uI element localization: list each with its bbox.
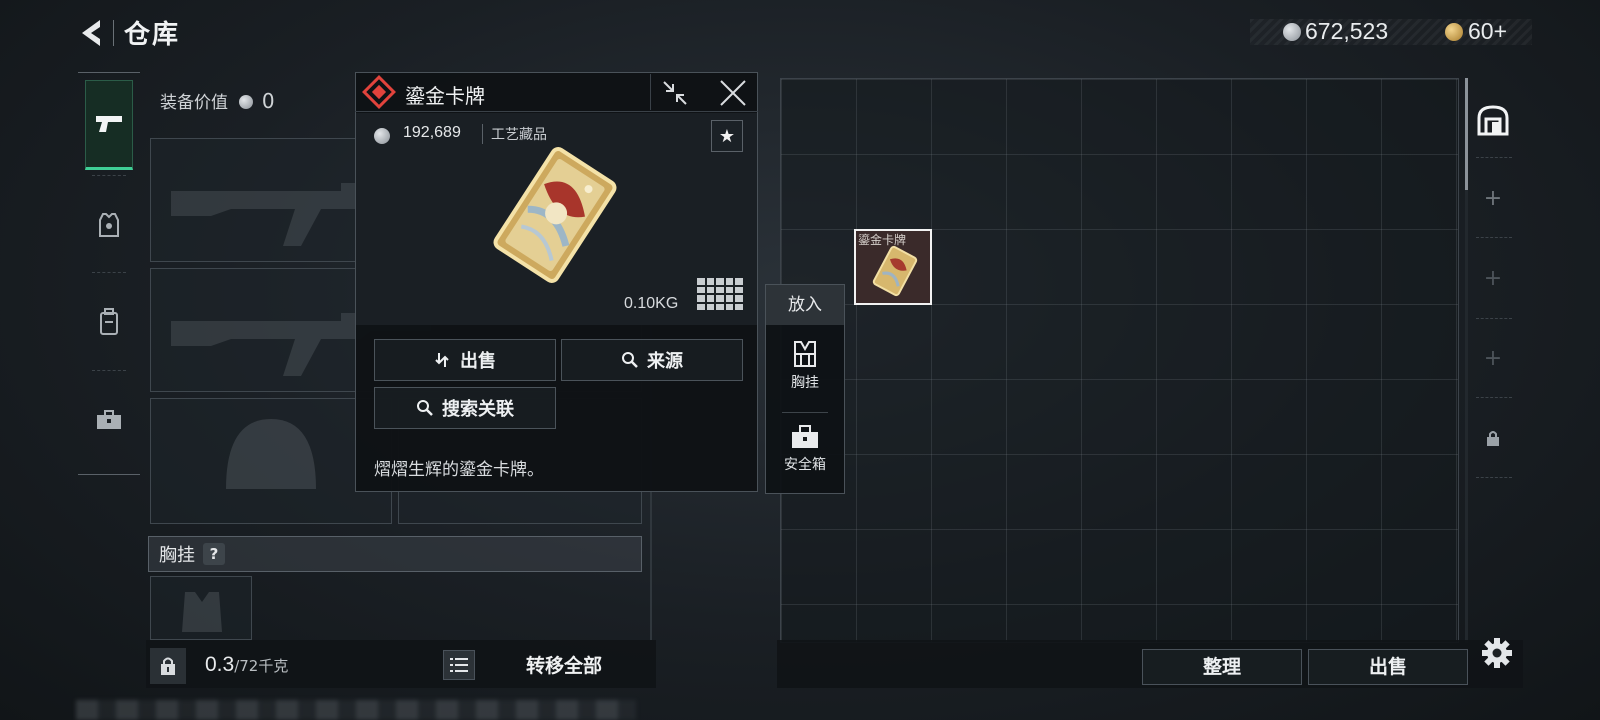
lock-button[interactable] — [150, 648, 186, 684]
pistol-icon — [96, 116, 122, 132]
side-divider — [1476, 477, 1512, 478]
help-button[interactable]: ? — [203, 543, 225, 565]
plus-icon: + — [1483, 185, 1503, 211]
armor-vest-icon — [99, 213, 119, 237]
plus-icon: + — [1483, 265, 1503, 291]
settings-button[interactable] — [1480, 636, 1514, 670]
chest-rig-icon — [794, 341, 816, 367]
gilded-card-icon — [493, 147, 617, 283]
locked-storage[interactable] — [1472, 418, 1514, 458]
equipment-value: 装备价值 0 — [160, 88, 275, 113]
storage-scroll-thumb[interactable] — [1465, 78, 1468, 190]
chest-rig-silhouette-icon — [182, 592, 222, 632]
page-title: 仓库 — [124, 20, 181, 50]
lock-icon — [1487, 431, 1499, 446]
add-storage-button[interactable]: + — [1472, 178, 1514, 218]
close-button[interactable] — [718, 78, 748, 108]
source-button[interactable]: 来源 — [561, 339, 743, 381]
item-price: 192,689 — [403, 124, 461, 141]
money-value: 672,523 — [1305, 18, 1389, 44]
item-description: 熠熠生辉的鎏金卡牌。 — [374, 460, 544, 480]
helmet-silhouette-icon — [226, 419, 316, 489]
sell-button[interactable]: 出售 — [374, 339, 556, 381]
side-divider — [1476, 318, 1512, 319]
search-icon — [417, 400, 433, 416]
collapse-icon — [663, 81, 687, 105]
item-title: 鎏金卡牌 — [405, 84, 485, 108]
star-icon: ★ — [718, 125, 736, 147]
coin-icon — [374, 128, 390, 144]
gold-token-icon — [1445, 23, 1463, 41]
favorite-button[interactable]: ★ — [711, 120, 743, 152]
tab-backpack[interactable] — [85, 277, 133, 367]
search-related-label: 搜索关联 — [442, 399, 514, 420]
warehouse-tab[interactable] — [1472, 100, 1514, 140]
sort-button[interactable]: 整理 — [1142, 649, 1302, 685]
backpack-icon — [100, 308, 118, 335]
search-related-button[interactable]: 搜索关联 — [374, 387, 556, 429]
chest-rig-header: 胸挂 ? — [148, 536, 642, 572]
safe-box-icon — [792, 425, 818, 448]
sell-all-button[interactable]: 出售 — [1308, 649, 1468, 685]
coin-icon — [1283, 23, 1301, 41]
add-storage-button[interactable]: + — [1472, 338, 1514, 378]
source-label: 来源 — [647, 351, 683, 372]
header-separator — [650, 74, 651, 110]
toolbox-icon — [97, 410, 121, 429]
plus-icon: + — [1483, 345, 1503, 371]
side-divider — [1476, 157, 1512, 158]
sell-icon — [435, 353, 449, 367]
item-size-grid-icon — [697, 278, 743, 310]
put-in-safe-box-label: 安全箱 — [784, 457, 826, 473]
tab-divider — [92, 272, 126, 273]
tab-armor[interactable] — [85, 180, 133, 270]
collapse-button[interactable] — [660, 78, 690, 108]
item-weight: 0.10KG — [624, 295, 679, 312]
equipment-value-amount: 0 — [261, 89, 275, 113]
put-in-header: 放入 — [766, 285, 844, 325]
list-icon — [450, 658, 468, 672]
blurred-footer-text — [76, 700, 636, 720]
coin-icon — [239, 95, 254, 109]
put-in-chest-rig-label: 胸挂 — [791, 375, 819, 391]
add-storage-button[interactable]: + — [1472, 258, 1514, 298]
back-arrow-icon — [82, 20, 100, 46]
put-in-safe-box[interactable]: 安全箱 — [766, 424, 844, 474]
header-divider — [113, 20, 114, 46]
put-in-chest-rig[interactable]: 胸挂 — [766, 340, 844, 392]
back-button[interactable] — [74, 16, 108, 50]
tab-case[interactable] — [85, 375, 133, 465]
tab-divider — [92, 370, 126, 371]
gear-icon — [1482, 638, 1512, 668]
sell-label: 出售 — [460, 351, 496, 372]
tab-weapons[interactable] — [85, 80, 133, 170]
list-view-button[interactable] — [443, 650, 475, 680]
close-icon — [720, 80, 746, 106]
lock-icon — [161, 657, 175, 675]
tab-divider — [92, 175, 126, 176]
token-value: 60+ — [1468, 18, 1508, 44]
chest-rig-slot[interactable] — [150, 576, 252, 640]
transfer-all-button[interactable]: 转移全部 — [482, 648, 646, 684]
warehouse-icon — [1477, 105, 1509, 136]
chest-rig-label: 胸挂 — [159, 545, 195, 566]
carry-weight-current: 0.3 — [205, 653, 235, 676]
gilded-card-image — [470, 135, 640, 295]
carry-weight: 0.3/72千克 — [205, 653, 288, 677]
storage-item-label: 鎏金卡牌 — [858, 233, 907, 247]
side-divider — [1476, 397, 1512, 398]
carry-weight-max: /72千克 — [234, 657, 289, 675]
equipment-value-label: 装备价值 — [160, 93, 228, 113]
search-icon — [622, 352, 638, 368]
side-divider — [1476, 237, 1512, 238]
put-in-divider — [782, 412, 828, 413]
storage-grid[interactable] — [780, 78, 1459, 643]
